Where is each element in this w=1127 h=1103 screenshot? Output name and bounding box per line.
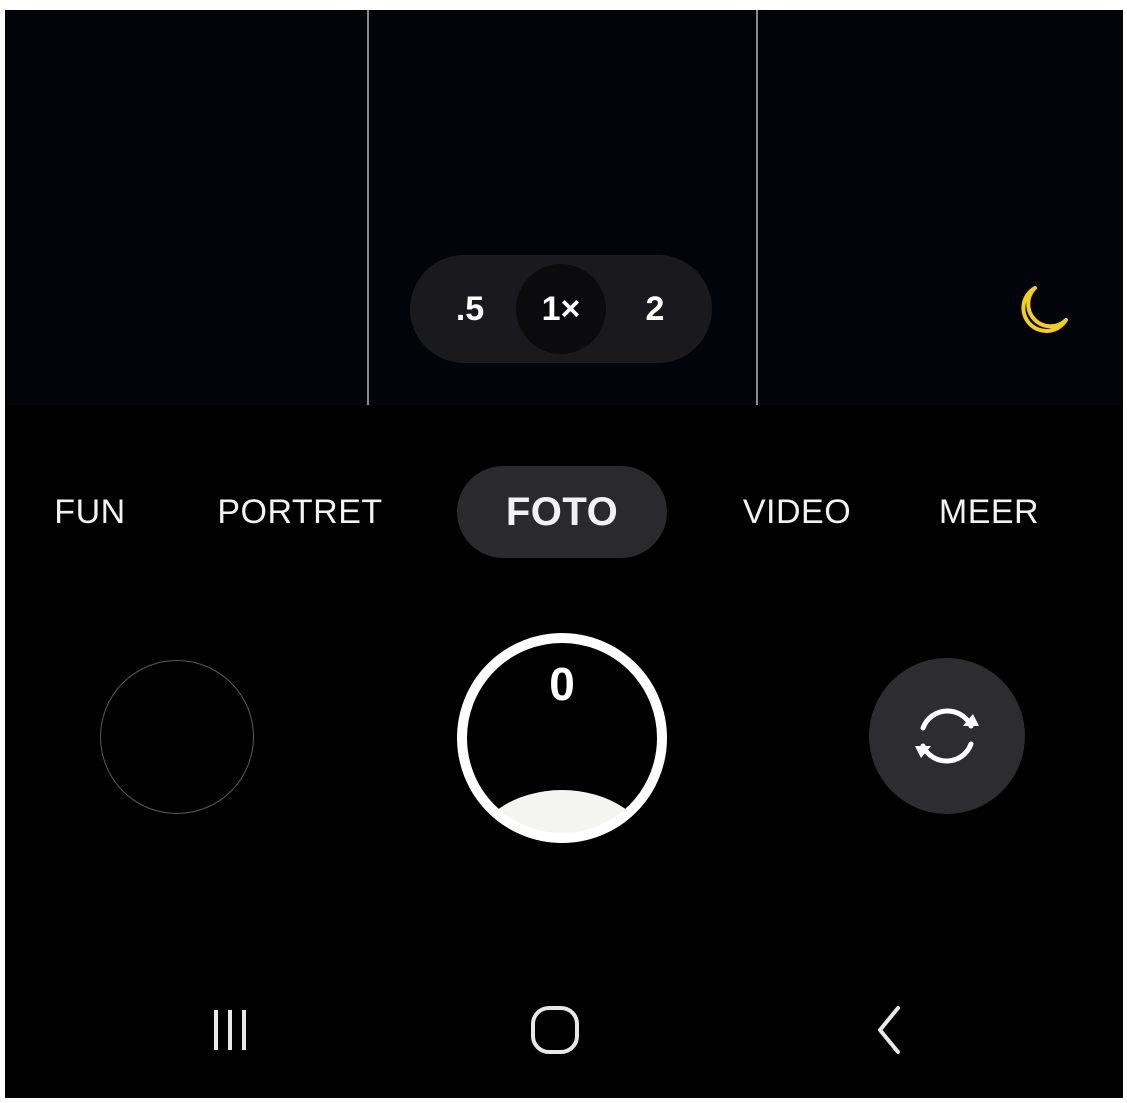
viewfinder[interactable]: .5 1× 2 (5, 10, 1123, 405)
back-button[interactable] (845, 985, 935, 1075)
home-button[interactable] (510, 985, 600, 1075)
mode-foto[interactable]: FOTO (457, 466, 667, 558)
mode-selector: FUN PORTRET FOTO VIDEO MEER (5, 466, 1123, 558)
recents-icon (214, 1010, 246, 1050)
rotate-camera-icon (915, 708, 979, 764)
grid-line-left (367, 10, 369, 405)
mode-meer[interactable]: MEER (933, 466, 1045, 558)
zoom-1x-button[interactable]: 1× (516, 264, 606, 354)
grid-line-right (756, 10, 758, 405)
mode-portret[interactable]: PORTRET (215, 466, 385, 558)
recents-button[interactable] (185, 985, 275, 1075)
camera-screen: .5 1× 2 FUN PORTRET FOTO VIDEO MEER 0 (5, 10, 1123, 1098)
zoom-2x-button[interactable]: 2 (615, 255, 695, 363)
mode-video[interactable]: VIDEO (735, 466, 859, 558)
gallery-thumbnail[interactable] (100, 660, 254, 814)
switch-camera-button[interactable] (869, 658, 1025, 814)
back-icon (878, 1006, 900, 1054)
navigation-bar (5, 985, 1123, 1075)
timer-count: 0 (549, 658, 575, 710)
zoom-0-5-button[interactable]: .5 (430, 255, 510, 363)
zoom-selector: .5 1× 2 (410, 255, 712, 363)
moon-icon[interactable] (1013, 282, 1071, 340)
home-icon (531, 1006, 579, 1054)
mode-fun[interactable]: FUN (35, 466, 145, 558)
